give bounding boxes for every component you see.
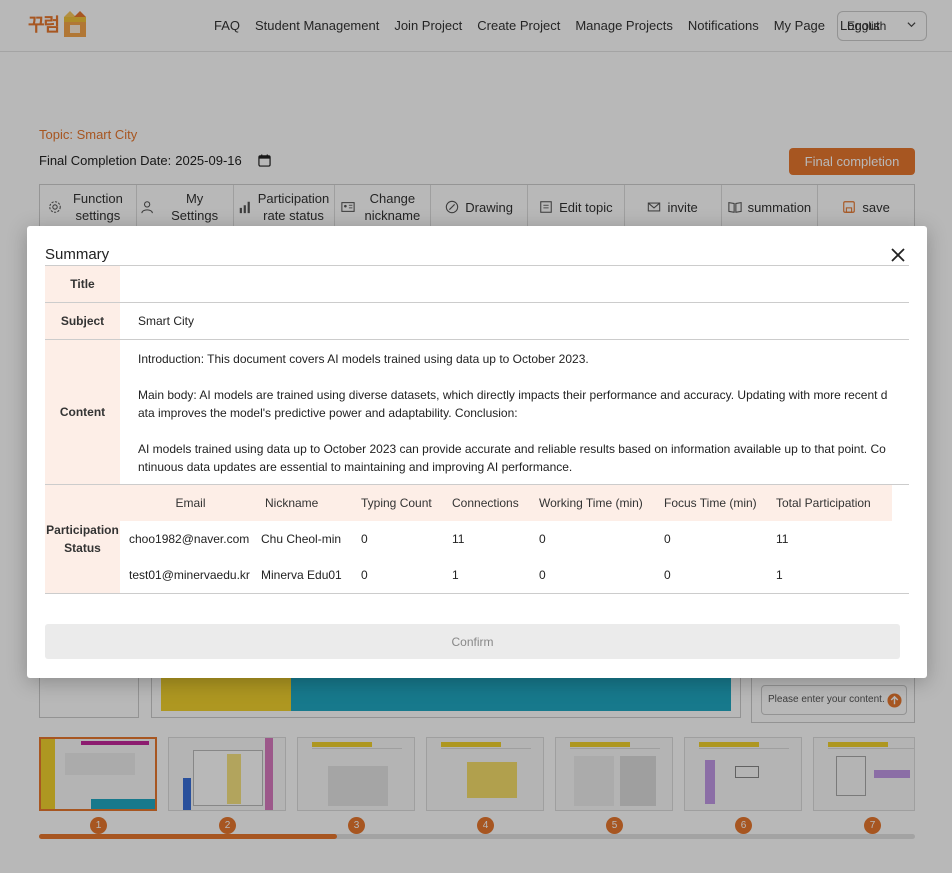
close-icon[interactable] <box>889 246 907 264</box>
row-participation: Participation Status Email Nickname Typi… <box>45 485 909 594</box>
cell-working-time: 0 <box>539 532 546 546</box>
cell-connections: 1 <box>452 568 459 582</box>
cell-total-participation: 1 <box>776 568 783 582</box>
cell-total-participation: 11 <box>776 532 789 546</box>
row-label-subject: Subject <box>45 303 120 339</box>
cell-typing-count: 0 <box>361 532 368 546</box>
row-label-participation: Participation Status <box>45 485 120 593</box>
table-row: choo1982@naver.com Chu Cheol-min 0 11 0 … <box>120 521 909 557</box>
cell-working-time: 0 <box>539 568 546 582</box>
confirm-button[interactable]: Confirm <box>45 624 900 659</box>
row-title: Title <box>45 266 909 303</box>
cell-focus-time: 0 <box>664 532 671 546</box>
cell-email: choo1982@naver.com <box>129 532 250 546</box>
header-focus-time: Focus Time (min) <box>664 496 757 510</box>
cell-email: test01@minervaedu.kr <box>129 568 250 582</box>
header-total-participation: Total Participation <box>776 496 871 510</box>
title-value <box>120 266 909 302</box>
participation-table: Email Nickname Typing Count Connections … <box>120 485 909 593</box>
header-typing-count: Typing Count <box>361 496 432 510</box>
row-label-content: Content <box>45 340 120 484</box>
header-email: Email <box>175 496 206 510</box>
modal-title: Summary <box>45 246 110 263</box>
header-working-time: Working Time (min) <box>539 496 643 510</box>
cell-nickname: Minerva Edu01 <box>261 568 342 582</box>
cell-typing-count: 0 <box>361 568 368 582</box>
cell-connections: 11 <box>452 532 465 546</box>
subject-value: Smart City <box>138 314 195 328</box>
participation-header: Email Nickname Typing Count Connections … <box>120 485 892 521</box>
row-subject: Subject Smart City <box>45 303 909 340</box>
cell-nickname: Chu Cheol-min <box>261 532 342 546</box>
cell-focus-time: 0 <box>664 568 671 582</box>
summary-modal: Summary Title Subject Smart City Content… <box>27 226 927 678</box>
header-nickname: Nickname <box>265 496 319 510</box>
table-row: test01@minervaedu.kr Minerva Edu01 0 1 0… <box>120 557 909 593</box>
row-content: Content Introduction: This document cove… <box>45 340 909 485</box>
content-value: Introduction: This document covers AI mo… <box>138 352 888 474</box>
row-label-title: Title <box>45 266 120 302</box>
header-connections: Connections <box>452 496 519 510</box>
summary-table: Title Subject Smart City Content Introdu… <box>45 265 909 594</box>
